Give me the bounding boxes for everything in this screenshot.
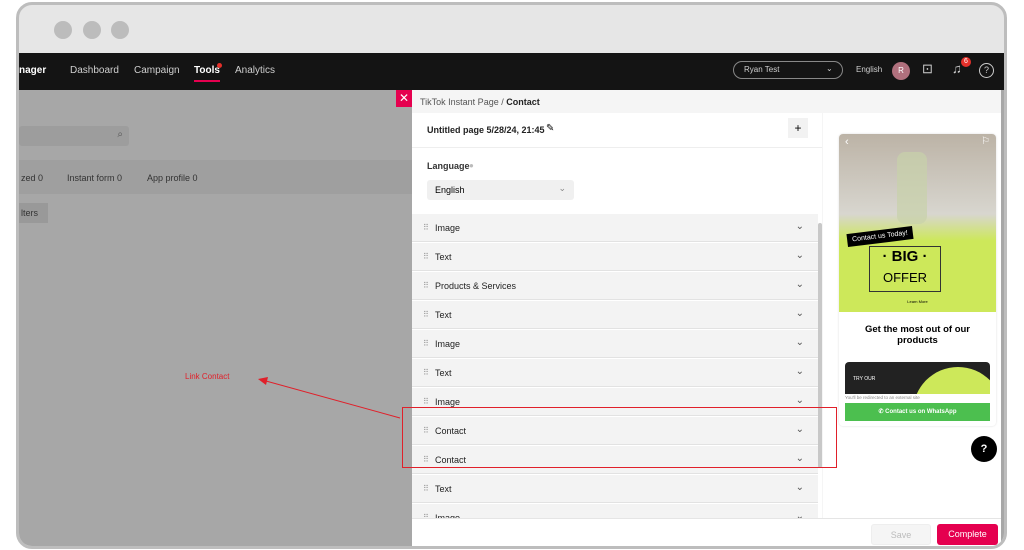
annotation-arrow: [258, 377, 401, 419]
